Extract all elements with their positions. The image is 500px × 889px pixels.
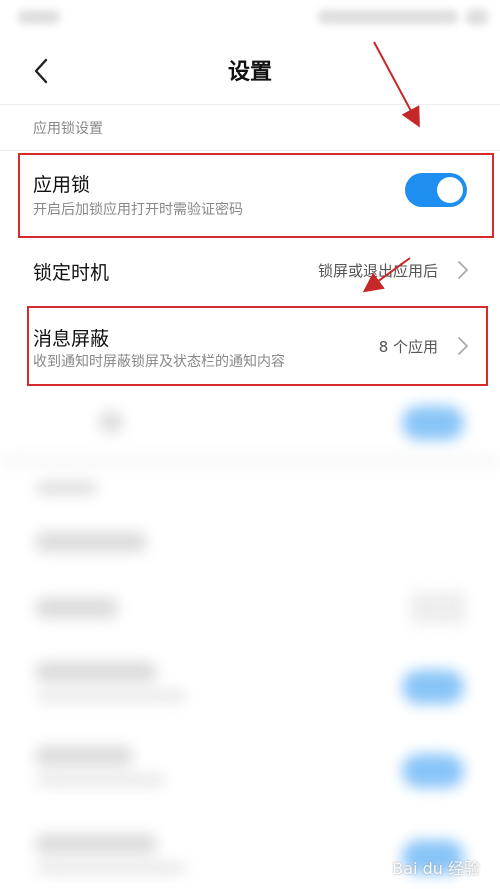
blurred-divider	[0, 456, 500, 466]
header-divider	[0, 104, 500, 105]
blurred-row-title	[36, 662, 156, 682]
highlight-box-message-block	[27, 306, 488, 386]
blurred-toggle	[402, 670, 464, 704]
lock-timing-value: 锁屏或退出应用后	[317, 262, 438, 280]
blurred-icon	[100, 412, 122, 432]
blurred-content	[0, 390, 500, 889]
blurred-toggle	[402, 754, 464, 788]
blurred-section-label	[36, 482, 98, 494]
watermark: Bai du 经验	[392, 859, 480, 878]
lock-timing-title: 锁定时机	[33, 262, 110, 284]
blurred-toggle	[402, 406, 464, 440]
blurred-row-title	[36, 746, 132, 766]
blurred-row-sub	[36, 862, 186, 874]
highlight-box-app-lock	[18, 153, 494, 238]
page-title: 设置	[227, 60, 272, 85]
chevron-right-icon	[458, 261, 468, 279]
status-time	[18, 10, 60, 24]
blurred-row-title	[36, 834, 156, 854]
blurred-control	[410, 592, 466, 624]
app-header: 设置	[0, 40, 500, 102]
section-label: 应用锁设置	[33, 121, 103, 137]
blurred-row-title	[36, 598, 118, 618]
blurred-row-sub	[36, 690, 186, 702]
battery-icon	[466, 9, 488, 25]
lock-timing-row[interactable]: 锁定时机 锁屏或退出应用后	[0, 240, 500, 302]
status-icons	[318, 10, 458, 24]
blurred-row-title	[36, 532, 146, 552]
blurred-row-sub	[36, 774, 166, 786]
status-bar	[0, 0, 500, 36]
